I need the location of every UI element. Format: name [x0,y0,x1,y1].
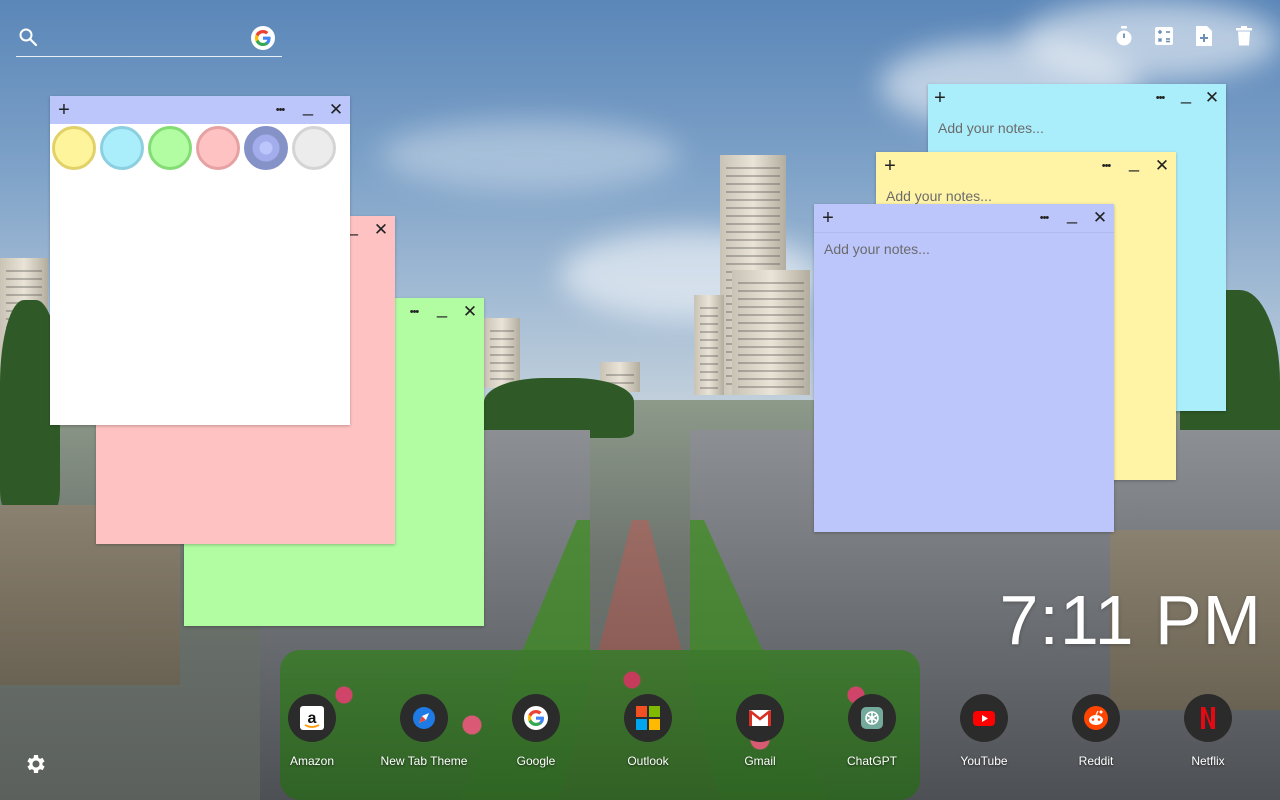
shortcut-label: Netflix [1191,754,1225,768]
shortcut-chatgpt[interactable]: ChatGPT [816,694,928,768]
close-note-button[interactable]: ✕ [324,96,348,124]
color-palette [50,124,338,172]
amazon-icon: a [288,694,336,742]
outlook-icon [624,694,672,742]
note-menu-button[interactable]: ••• [1032,204,1056,232]
shortcut-label: Amazon [289,754,335,768]
minimize-note-button[interactable]: _ [1060,200,1084,228]
add-note-icon[interactable] [1192,24,1216,48]
shortcut-label: Reddit [1078,754,1114,768]
close-note-button[interactable]: ✕ [1200,84,1224,112]
search-input[interactable] [46,26,260,52]
close-note-button[interactable]: ✕ [1088,204,1112,232]
chatgpt-icon [848,694,896,742]
sticky-note-white: + ••• _ ✕ [50,96,350,425]
shortcuts-dock: a Amazon New Tab Theme Google Outlook Gm… [256,694,1264,768]
color-swatch-white[interactable] [292,126,336,170]
shortcut-netflix[interactable]: Netflix [1152,694,1264,768]
shortcut-label: Outlook [627,754,669,768]
shortcut-label: ChatGPT [846,754,897,768]
close-note-button[interactable]: ✕ [369,216,393,244]
minimize-note-button[interactable]: _ [430,294,454,322]
clock: 7:11 PM [999,581,1262,659]
sticky-note-blue: + ••• _ ✕ [814,204,1114,532]
trash-icon[interactable] [1232,24,1256,48]
minimize-note-button[interactable]: _ [1174,80,1198,108]
note-titlebar: + ••• _ ✕ [928,84,1226,112]
shortcut-label: New Tab Theme [380,754,468,768]
shortcut-gmail[interactable]: Gmail [704,694,816,768]
color-swatch-yellow[interactable] [52,126,96,170]
google-icon [512,694,560,742]
color-swatch-cyan[interactable] [100,126,144,170]
shortcut-label: Gmail [744,754,776,768]
settings-gear-icon[interactable] [24,752,48,776]
note-menu-button[interactable]: ••• [1148,84,1172,112]
note-menu-button[interactable]: ••• [1094,152,1118,180]
note-textarea[interactable] [50,176,350,425]
google-search-icon[interactable] [251,26,275,50]
shortcut-label: YouTube [960,754,1008,768]
note-textarea[interactable] [814,233,1114,532]
cloud [380,120,680,190]
calculator-icon[interactable] [1152,24,1176,48]
close-note-button[interactable]: ✕ [1150,152,1174,180]
shortcut-youtube[interactable]: YouTube [928,694,1040,768]
note-menu-button[interactable]: ••• [402,298,426,326]
note-menu-button[interactable]: ••• [268,96,292,124]
note-titlebar: + ••• _ ✕ [50,96,350,124]
search-bar [16,22,282,57]
building [732,270,810,395]
building [484,318,520,388]
note-body [814,232,1114,532]
add-note-button[interactable]: + [52,96,76,124]
top-toolbar [1112,24,1256,48]
note-titlebar: + ••• _ ✕ [876,152,1176,180]
reddit-icon [1072,694,1120,742]
timer-icon[interactable] [1112,24,1136,48]
search-icon[interactable] [18,27,38,47]
note-titlebar: + ••• _ ✕ [814,204,1114,232]
shortcut-label: Google [516,754,556,768]
gmail-icon [736,694,784,742]
minimize-note-button[interactable]: _ [1122,148,1146,176]
color-swatch-green[interactable] [148,126,192,170]
shortcut-google[interactable]: Google [480,694,592,768]
minimize-note-button[interactable]: _ [296,92,320,120]
add-note-button[interactable]: + [878,152,902,180]
shortcut-outlook[interactable]: Outlook [592,694,704,768]
add-note-button[interactable]: + [816,204,840,232]
close-note-button[interactable]: ✕ [458,298,482,326]
add-note-button[interactable]: + [928,84,952,112]
trees [484,378,634,438]
building [694,295,724,395]
color-swatch-pink[interactable] [196,126,240,170]
netflix-icon [1184,694,1232,742]
note-body [50,176,350,425]
color-swatch-blue-selected[interactable] [244,126,288,170]
svg-text:a: a [308,710,317,727]
shortcut-amazon[interactable]: a Amazon [256,694,368,768]
shortcut-new-tab-theme[interactable]: New Tab Theme [368,694,480,768]
new-tab-theme-icon [400,694,448,742]
youtube-icon [960,694,1008,742]
shortcut-reddit[interactable]: Reddit [1040,694,1152,768]
